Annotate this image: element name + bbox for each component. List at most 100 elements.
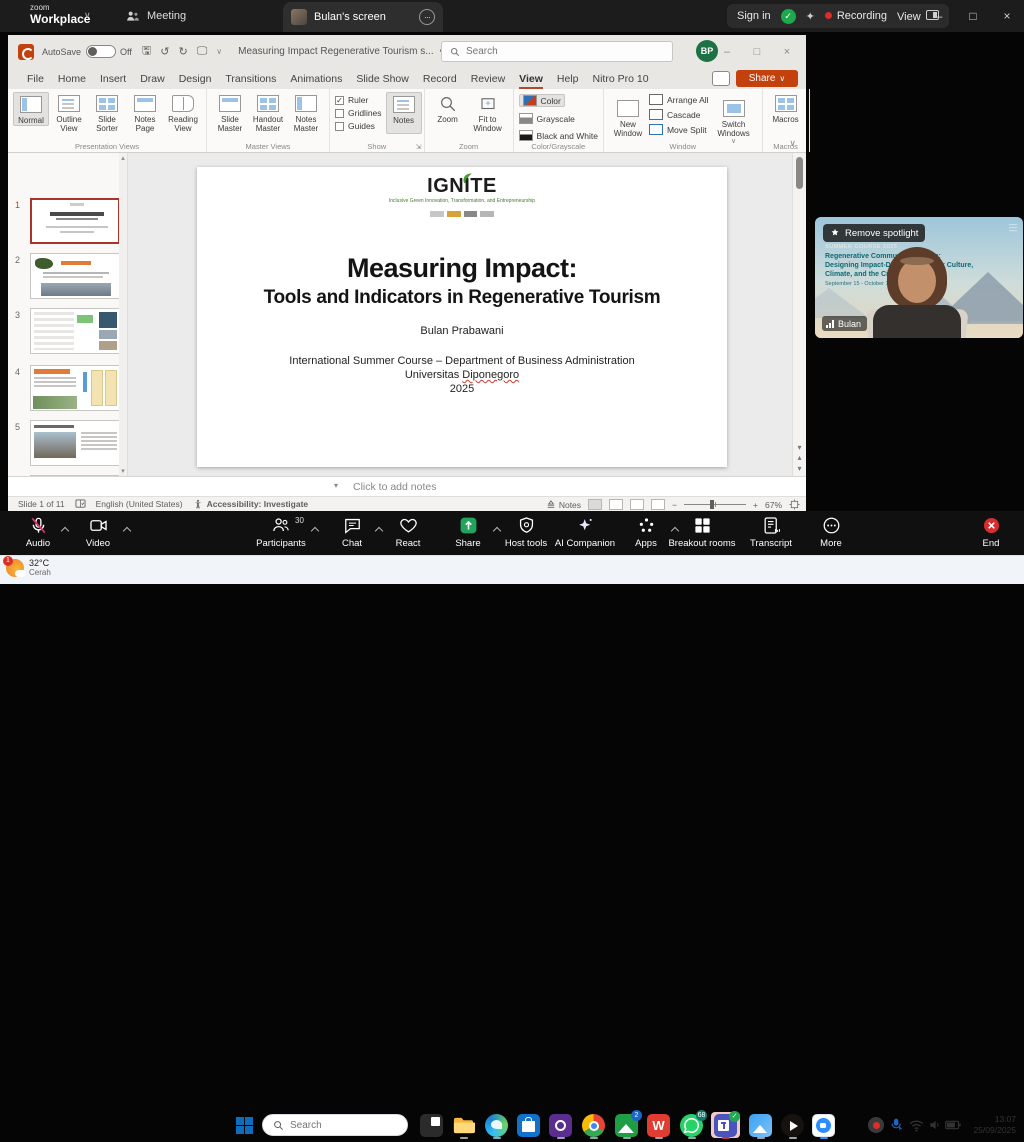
tab-meeting[interactable]: Meeting [116,0,196,32]
close-button[interactable]: × [990,9,1024,23]
sign-in-button[interactable]: Sign in [737,10,771,22]
ppt-minimize-button[interactable]: – [712,46,742,58]
tab-bulans-screen[interactable]: Bulan's screen ··· [283,2,443,32]
switch-windows-button[interactable]: Switch Windows ∨ [711,92,757,146]
video-options-chevron[interactable] [123,527,131,535]
ppt-share-button[interactable]: Share∨ [736,70,798,87]
search-input[interactable] [466,46,616,57]
ppt-search-box[interactable] [441,41,673,62]
menu-record[interactable]: Record [416,68,464,89]
notes-page-button[interactable]: Notes Page [127,92,163,133]
photos-icon[interactable] [749,1114,772,1137]
present-icon[interactable]: 🖵 [197,45,208,58]
notes-toggle[interactable]: Notes [546,500,581,510]
media-player-icon[interactable] [781,1114,804,1137]
video-button[interactable]: Video [74,516,122,549]
zoom-in-button[interactable]: + [753,500,758,510]
microsoft-store-icon[interactable] [517,1114,540,1137]
zoom-button[interactable]: Zoom [430,92,466,124]
tray-wifi-icon[interactable] [909,1119,924,1132]
normal-view-toggle[interactable] [588,499,602,510]
arrange-all-button[interactable]: Arrange All [649,94,709,105]
notes-collapse-icon[interactable]: ▾ [334,481,338,490]
scroll-down-icon[interactable]: ▾ [793,443,806,453]
notes-toggle-button[interactable]: Notes [386,92,422,134]
collapse-ribbon-icon[interactable]: ∨ [789,138,796,149]
file-explorer-icon[interactable] [452,1114,475,1137]
menu-file[interactable]: File [20,68,51,89]
outline-view-button[interactable]: Outline View [51,92,87,133]
previous-slide-icon[interactable]: ▴ [793,453,806,463]
weather-widget[interactable]: 1 32°C Cerah [6,558,51,578]
reading-view-button[interactable]: Reading View [165,92,201,133]
fit-slide-icon[interactable] [789,499,800,510]
notes-master-button[interactable]: Notes Master [288,92,324,133]
slide-scrollbar[interactable]: ▾ ▴ ▾ [792,153,806,476]
zoom-slider[interactable] [684,504,746,505]
security-shield-icon[interactable]: ✓ [781,9,796,24]
participant-video-tile[interactable]: SUMMER COURSE 2025 Regenerative Communit… [815,217,1023,338]
task-view-icon[interactable] [420,1114,443,1137]
thumbnail-slide-2[interactable] [30,253,120,299]
menu-animations[interactable]: Animations [283,68,349,89]
reading-view-toggle[interactable] [630,499,644,510]
grayscale-button[interactable]: Grayscale [519,113,575,124]
menu-draw[interactable]: Draw [133,68,172,89]
taskbar-search[interactable] [262,1114,408,1136]
zoom-app-icon[interactable] [812,1114,835,1137]
recording-indicator[interactable]: Recording [825,10,887,22]
tray-speaker-icon[interactable] [928,1118,942,1132]
thumbnail-slide-5[interactable] [30,420,120,466]
tab-options-icon[interactable]: ··· [419,9,435,25]
chat-options-chevron[interactable] [375,527,383,535]
taskbar-search-input[interactable] [290,1120,390,1131]
fit-to-window-button[interactable]: Fit to Window [468,92,508,133]
menu-view[interactable]: View [512,68,550,89]
black-white-button[interactable]: Black and White [519,130,598,141]
edge-icon[interactable] [485,1114,508,1137]
slideshow-toggle[interactable] [651,499,665,510]
chat-button[interactable]: Chat [330,516,374,549]
autosave-toggle[interactable] [86,45,116,58]
cascade-button[interactable]: Cascade [649,109,701,120]
save-icon[interactable]: 🖫 [142,42,151,61]
thumbnail-scrollbar[interactable]: ▴ ▾ [119,153,127,476]
participants-button[interactable]: 30 Participants [243,516,319,549]
language-status[interactable]: English (United States) [96,499,183,509]
wps-office-icon[interactable]: W [647,1114,670,1137]
new-window-button[interactable]: New Window [609,92,647,138]
tray-battery-icon[interactable] [945,1119,961,1131]
thumbnail-slide-3[interactable] [30,308,120,354]
menu-transitions[interactable]: Transitions [218,68,283,89]
notes-pane[interactable]: ▾ Click to add notes [8,476,806,496]
video-more-icon[interactable]: ——— [1009,223,1017,232]
notes-placeholder[interactable]: Click to add notes [353,481,436,493]
maximize-button[interactable]: □ [956,9,990,23]
handout-master-button[interactable]: Handout Master [250,92,286,133]
macros-button[interactable]: Macros [768,92,804,124]
dialog-launcher-icon[interactable]: ⇲ [416,143,422,151]
ai-companion-button[interactable]: AI Companion [544,516,626,549]
tray-recording-icon[interactable] [868,1117,884,1133]
remove-spotlight-button[interactable]: Remove spotlight [823,224,925,242]
guides-checkbox[interactable]: Guides [335,121,382,131]
more-button[interactable]: More [809,516,853,549]
menu-nitro[interactable]: Nitro Pro 10 [586,68,656,89]
start-button[interactable] [236,1117,253,1134]
slide-sorter-toggle[interactable] [609,499,623,510]
accessibility-status[interactable]: Accessibility: Investigate [207,499,309,509]
menu-design[interactable]: Design [172,68,219,89]
ppt-close-button[interactable]: × [772,46,802,58]
gallery-app-icon[interactable]: 2 [615,1114,638,1137]
whatsapp-icon[interactable]: 68 [680,1114,703,1137]
move-split-button[interactable]: Move Split [649,124,707,135]
next-slide-icon[interactable]: ▾ [793,464,806,474]
thumbnail-slide-4[interactable] [30,365,120,411]
menu-home[interactable]: Home [51,68,93,89]
workspace-chevron-down-icon[interactable]: ∨ [84,10,91,21]
transcript-button[interactable]: Transcript [737,516,805,549]
zoom-slider-knob[interactable] [710,500,714,509]
undo-icon[interactable]: ↺ [160,45,169,58]
ruler-checkbox[interactable]: ✓Ruler [335,95,382,105]
react-button[interactable]: React [386,516,430,549]
